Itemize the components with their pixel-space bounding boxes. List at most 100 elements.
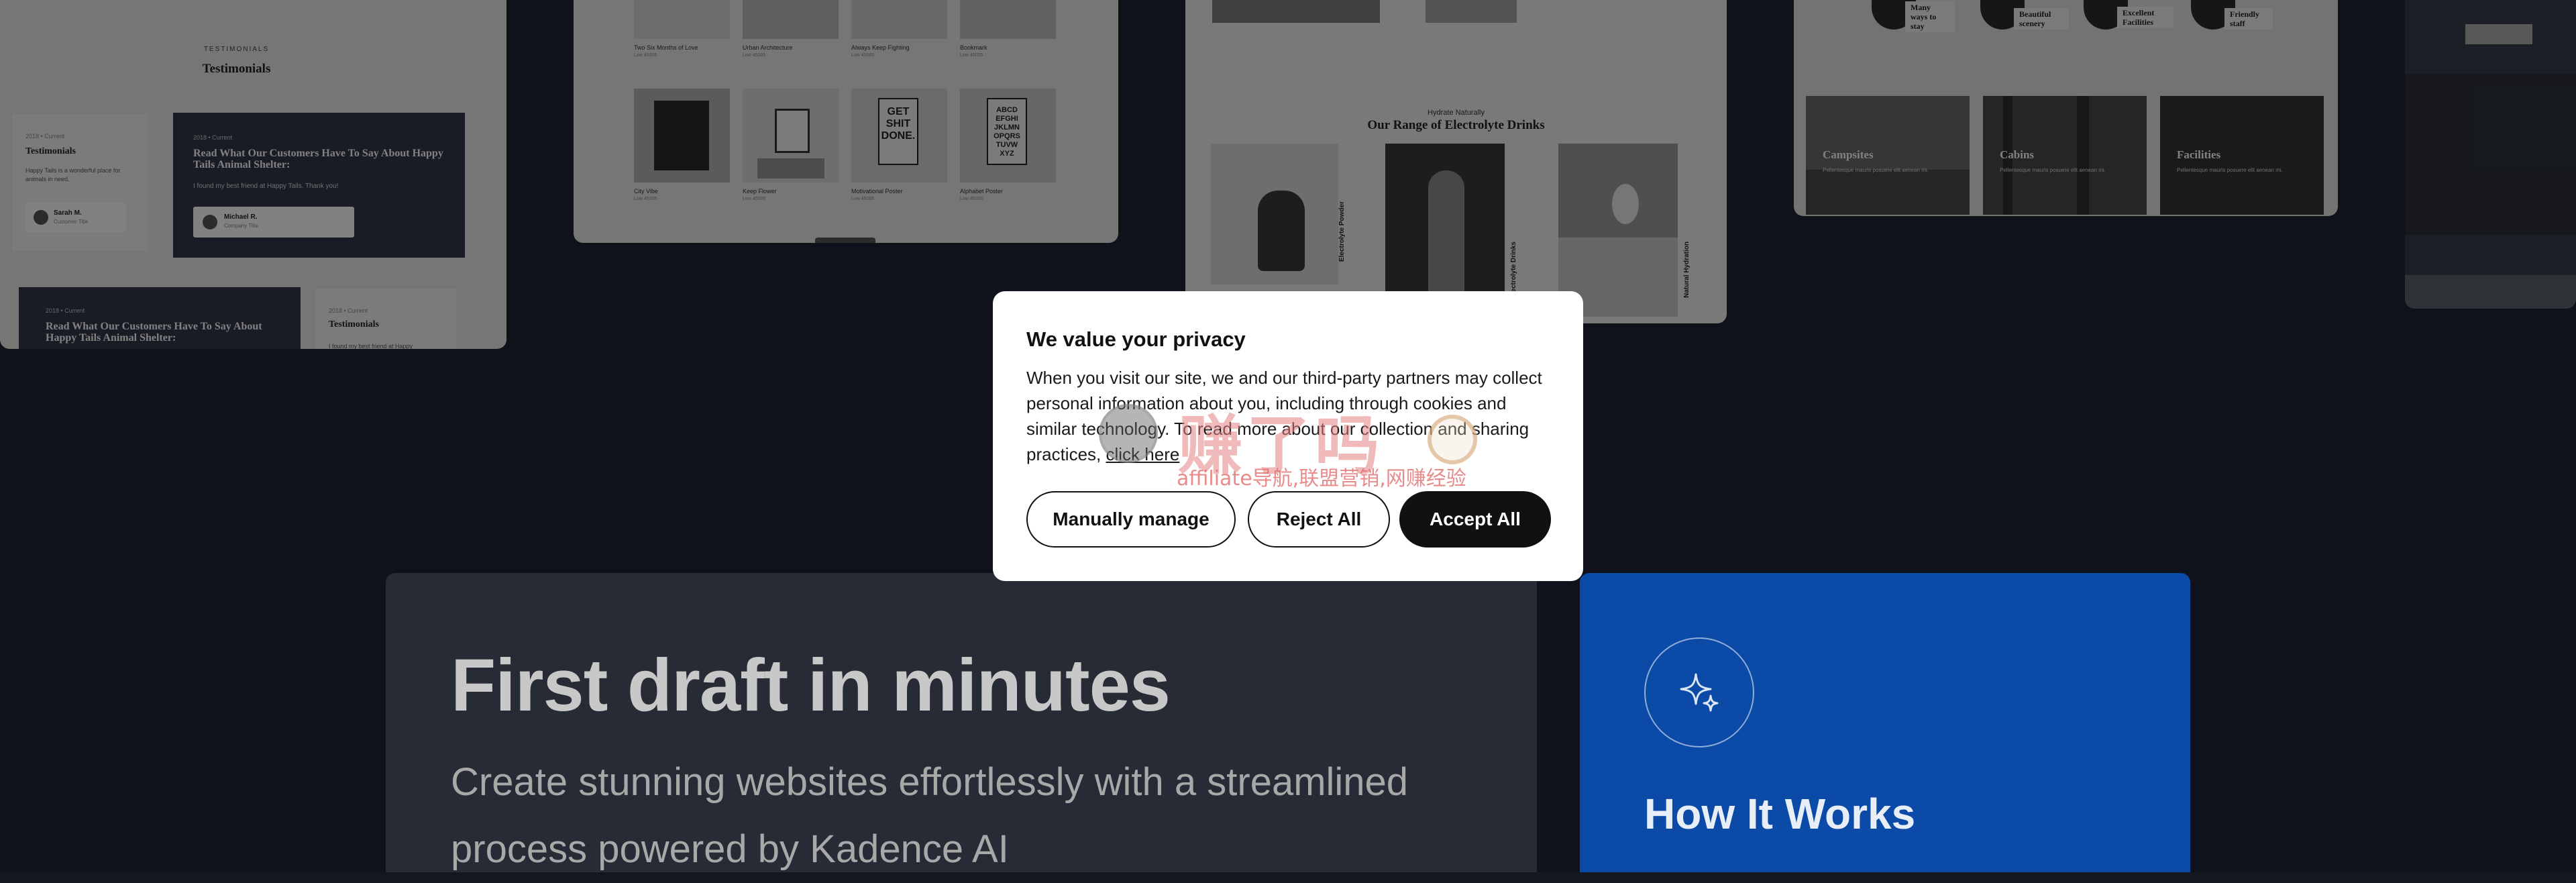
testimonial-meta: 2018 • Current: [46, 307, 85, 314]
testimonial-meta: 2018 • Current: [25, 133, 65, 140]
product-name: Always Keep Fighting: [851, 44, 910, 51]
author-role: Company Title: [224, 223, 259, 229]
testimonial-card-featured: 2018 • Current Read What Our Customers H…: [19, 287, 301, 349]
testimonial-body: I found my best friend at Happy: [329, 343, 413, 349]
carousel-indicator: [815, 238, 875, 243]
product-name: Bookmark: [960, 44, 987, 51]
drink-label: Electrolyte Drinks: [1510, 242, 1517, 299]
product-price: Low 45005: [851, 197, 875, 201]
product-image: [634, 0, 730, 39]
product-card: Bookmark Low 45005: [960, 0, 1056, 58]
testimonial-heading: Read What Our Customers Have To Say Abou…: [193, 148, 443, 170]
sparkle-icon: [1644, 637, 1754, 747]
preview-image: [2405, 74, 2576, 235]
drink-image: [1211, 144, 1338, 284]
testimonial-card-featured: 2018 • Current Read What Our Customers H…: [173, 113, 465, 258]
category-text: Pellentesque mauris posuere elit aenean …: [1823, 167, 1929, 173]
template-preview-drinks: Hydrate Naturally Our Range of Electroly…: [1185, 0, 1727, 323]
consent-title: We value your privacy: [1026, 327, 1246, 351]
how-it-works-title: How It Works: [1644, 790, 1916, 838]
testimonial-meta: 2018 • Current: [193, 134, 233, 141]
product-price: Low 45005: [743, 197, 766, 201]
product-name: Keep Flower: [743, 188, 777, 195]
poster-text: ABCD EFGHI JKLMN OPQRS TUVW XYZ: [987, 98, 1027, 165]
watermark-logo: [1428, 415, 1477, 464]
drinks-eyebrow: Hydrate Naturally: [1428, 109, 1485, 117]
product-image: GET SHIT DONE.: [851, 89, 947, 183]
avatar: [34, 210, 48, 225]
feature-label: Many ways to stay: [1905, 1, 1955, 32]
avatar: [203, 215, 217, 229]
testimonial-heading: Testimonials: [329, 319, 379, 329]
product-card: City Vibe Low 45005: [634, 89, 730, 201]
testimonial-body: Happy Tails is a wonderful place for ani…: [25, 167, 121, 183]
author-role: Customer Title: [54, 219, 89, 225]
product-name: Two Six Months of Love: [634, 44, 698, 51]
accept-all-button[interactable]: Accept All: [1399, 491, 1551, 548]
author-name: Sarah M.: [54, 209, 82, 217]
feature-panel-how-it-works[interactable]: How It Works: [1580, 573, 2190, 872]
product-name: Motivational Poster: [851, 188, 903, 195]
feature-label: Excellent Facilities: [2117, 7, 2174, 28]
testimonial-author: Michael R. Company Title: [193, 207, 354, 238]
category-label: Campsites: [1823, 148, 1874, 161]
product-price: Low 45005: [960, 53, 983, 58]
testimonial-author: Sarah M. Customer Title: [25, 203, 126, 232]
product-image: ABCD EFGHI JKLMN OPQRS TUVW XYZ: [960, 89, 1056, 183]
testimonial-card: 2018 • Current Testimonials I found my b…: [315, 289, 456, 349]
watermark-logo: [1099, 404, 1158, 463]
product-image: [960, 0, 1056, 39]
testimonial-body: I found my best friend at Happy Tails. T…: [193, 183, 339, 190]
feature-panel-first-draft: First draft in minutes Create stunning w…: [386, 573, 1537, 872]
hero-subheading: Create stunning websites effortlessly wi…: [451, 760, 1409, 871]
feature-label: Beautiful scenery: [2014, 8, 2069, 30]
product-card: Always Keep Fighting Low 45005: [851, 0, 947, 58]
template-preview-partial: [2405, 0, 2576, 309]
product-card: Two Six Months of Love Low 45005: [634, 0, 730, 58]
author-name: Michael R.: [224, 213, 258, 221]
drinks-title: Our Range of Electrolyte Drinks: [1367, 118, 1545, 132]
drink-image: [1558, 144, 1678, 317]
feature-label: Friendly staff: [2224, 8, 2273, 30]
testimonial-heading: Testimonials: [25, 146, 76, 156]
drink-label: Natural Hydration: [1683, 242, 1690, 298]
category-text: Pellentesque mauris posuere elit aenean …: [2000, 167, 2106, 173]
category-card: Facilities Pellentesque mauris posuere e…: [2160, 96, 2324, 215]
category-label: Facilities: [2177, 148, 2221, 161]
category-text: Pellentesque mauris posuere elit aenean …: [2177, 167, 2283, 173]
testimonial-card: 2018 • Current Testimonials Happy Tails …: [12, 114, 148, 251]
testimonials-eyebrow: TESTIMONIALS: [203, 46, 270, 53]
hero-heading: First draft in minutes: [451, 644, 1171, 727]
reject-all-button[interactable]: Reject All: [1248, 491, 1390, 548]
product-image: [743, 89, 839, 183]
product-image: [743, 0, 839, 39]
product-name: Alphabet Poster: [960, 188, 1004, 195]
hero-image-strip: [1212, 0, 1380, 23]
product-card: Urban Architecture Low 45005: [743, 0, 839, 58]
testimonials-title: Testimonials: [202, 62, 271, 76]
product-name: Urban Architecture: [743, 44, 793, 51]
category-card: Campsites Pellentesque mauris posuere el…: [1806, 96, 1970, 215]
template-preview-testimonials: TESTIMONIALS Testimonials 2018 • Current…: [0, 0, 506, 349]
template-preview-camping: Many ways to stay Beautiful scenery Exce…: [1794, 0, 2338, 216]
preview-image: [2405, 275, 2576, 309]
product-image: [851, 0, 947, 39]
product-name: City Vibe: [634, 188, 658, 195]
testimonial-meta: 2018 • Current: [329, 307, 368, 314]
product-price: Low 45005: [634, 197, 657, 201]
drink-label: Electrolyte Powder: [1338, 201, 1346, 262]
product-card: ABCD EFGHI JKLMN OPQRS TUVW XYZ Alphabet…: [960, 89, 1056, 201]
template-preview-shop: Two Six Months of Love Low 45005 Urban A…: [574, 0, 1118, 243]
product-card: GET SHIT DONE. Motivational Poster Low 4…: [851, 89, 947, 201]
manually-manage-button[interactable]: Manually manage: [1026, 491, 1236, 548]
hero-image-strip: [1426, 0, 1517, 23]
category-label: Cabins: [2000, 148, 2035, 161]
category-card: Cabins Pellentesque mauris posuere elit …: [1983, 96, 2147, 215]
poster-text: GET SHIT DONE.: [878, 98, 918, 165]
preview-button-shape: [2465, 24, 2532, 44]
product-price: Low 45005: [960, 197, 983, 201]
testimonial-heading: Read What Our Customers Have To Say Abou…: [46, 321, 262, 344]
product-price: Low 45005: [743, 53, 766, 58]
product-card: Keep Flower Low 45005: [743, 89, 839, 201]
product-price: Low 45005: [851, 53, 875, 58]
